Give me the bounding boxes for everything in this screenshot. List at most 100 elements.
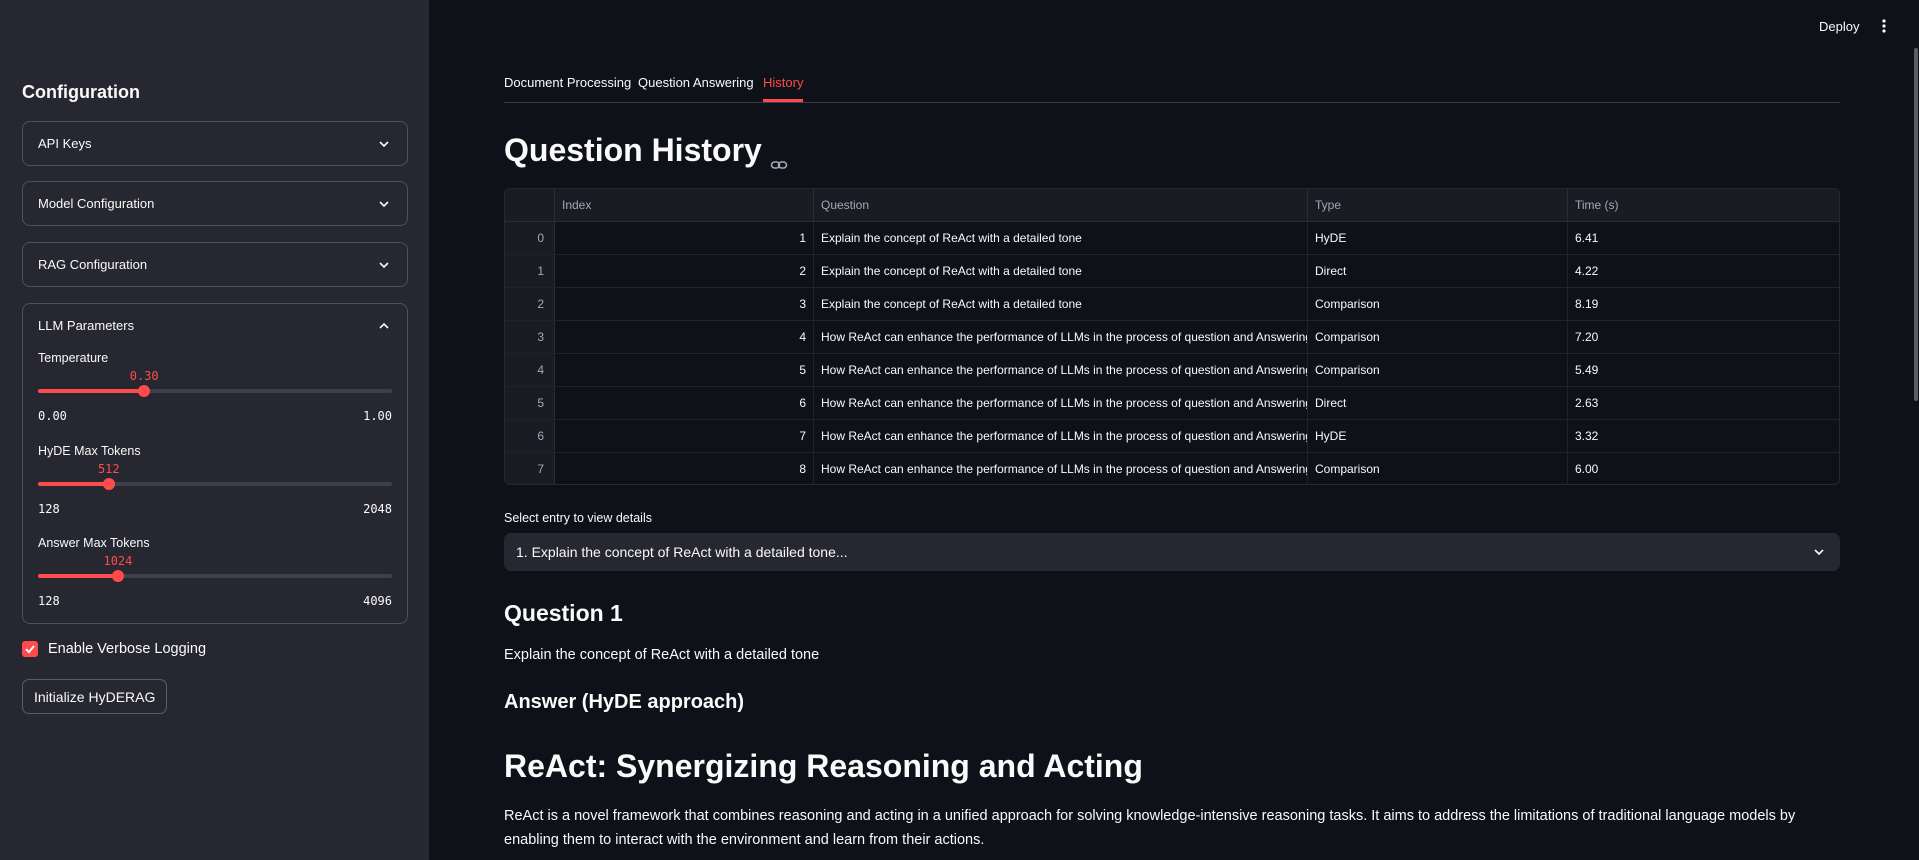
kebab-menu-icon[interactable] xyxy=(1879,18,1889,34)
deploy-button[interactable]: Deploy xyxy=(1819,19,1859,34)
row-index[interactable]: 6 xyxy=(505,420,555,452)
cell-question[interactable]: Explain the concept of ReAct with a deta… xyxy=(814,288,1308,320)
slider-value: 1024 xyxy=(103,554,133,568)
expander-header[interactable]: LLM Parameters xyxy=(23,304,407,347)
cell-type[interactable]: HyDE xyxy=(1308,420,1568,452)
cell-question[interactable]: How ReAct can enhance the performance of… xyxy=(814,354,1308,386)
column-header-type[interactable]: Type xyxy=(1308,189,1568,221)
active-tab-indicator xyxy=(763,99,803,102)
slider-track[interactable] xyxy=(38,478,392,490)
cell-time[interactable]: 7.20 xyxy=(1568,321,1839,353)
table-row[interactable]: 4 5 How ReAct can enhance the performance … xyxy=(505,354,1839,387)
cell-index[interactable]: 4 xyxy=(555,321,814,353)
answer-heading: Answer (HyDE approach) xyxy=(504,691,745,713)
cell-type[interactable]: Comparison xyxy=(1308,321,1568,353)
cell-index[interactable]: 7 xyxy=(555,420,814,452)
expander-llm-parameters[interactable]: LLM Parameters Temperature 0.30 0.00 1.0… xyxy=(22,303,408,624)
slider-value: 512 xyxy=(97,462,120,476)
cell-time[interactable]: 8.19 xyxy=(1568,288,1839,320)
cell-time[interactable]: 5.49 xyxy=(1568,354,1839,386)
answer-title: ReAct: Synergizing Reasoning and Acting xyxy=(504,748,1143,784)
column-header-index[interactable]: Index xyxy=(555,189,814,221)
slider-fill xyxy=(38,389,145,393)
cell-type[interactable]: Direct xyxy=(1308,387,1568,419)
cell-index[interactable]: 1 xyxy=(555,222,814,254)
initialize-hyderag-button[interactable]: Initialize HyDERAG xyxy=(22,679,168,714)
cell-time[interactable]: 4.22 xyxy=(1568,255,1839,287)
chevron-down-icon xyxy=(377,137,391,151)
expander-api-keys[interactable]: API Keys xyxy=(22,121,408,166)
tab-document-processing[interactable]: Document Processing xyxy=(504,75,631,90)
slider-thumb[interactable] xyxy=(138,385,151,397)
slider-track[interactable] xyxy=(38,570,392,582)
row-index[interactable]: 0 xyxy=(505,222,555,254)
row-index[interactable]: 3 xyxy=(505,321,555,353)
table-row[interactable]: 0 1 Explain the concept of ReAct with a de… xyxy=(505,222,1839,255)
tab-history[interactable]: History xyxy=(763,75,803,90)
table-row[interactable]: 3 4 How ReAct can enhance the performance … xyxy=(505,321,1839,354)
expander-header[interactable]: RAG Configuration xyxy=(23,243,407,286)
table-row[interactable]: 6 7 How ReAct can enhance the performance … xyxy=(505,420,1839,453)
cell-type[interactable]: Comparison xyxy=(1308,288,1568,320)
verbose-logging-checkbox[interactable]: Enable Verbose Logging xyxy=(22,641,206,657)
slider-value: 0.30 xyxy=(129,369,159,383)
expander-label: API Keys xyxy=(38,136,92,151)
column-header-question[interactable]: Question xyxy=(814,189,1308,221)
checkbox-checked-icon[interactable] xyxy=(22,641,38,657)
cell-time[interactable]: 2.63 xyxy=(1568,387,1839,419)
table-row[interactable]: 7 8 How ReAct can enhance the performance … xyxy=(505,453,1839,484)
table-row[interactable]: 5 6 How ReAct can enhance the performance … xyxy=(505,387,1839,420)
checkbox-label: Enable Verbose Logging xyxy=(48,641,207,657)
chevron-up-icon xyxy=(377,319,391,333)
cell-question[interactable]: How ReAct can enhance the performance of… xyxy=(814,453,1308,484)
slider-fill xyxy=(38,574,118,578)
row-index[interactable]: 5 xyxy=(505,387,555,419)
slider-label: Temperature xyxy=(38,351,109,365)
table-row[interactable]: 1 2 Explain the concept of ReAct with a de… xyxy=(505,255,1839,288)
column-header-time[interactable]: Time (s) xyxy=(1568,189,1839,221)
row-index[interactable]: 4 xyxy=(505,354,555,386)
cell-index[interactable]: 3 xyxy=(555,288,814,320)
cell-type[interactable]: HyDE xyxy=(1308,222,1568,254)
expander-header[interactable]: Model Configuration xyxy=(23,182,407,225)
link-icon[interactable] xyxy=(770,145,788,169)
cell-question[interactable]: Explain the concept of ReAct with a deta… xyxy=(814,255,1308,287)
row-index[interactable]: 2 xyxy=(505,288,555,320)
scrollbar[interactable] xyxy=(1914,48,1918,401)
cell-time[interactable]: 6.00 xyxy=(1568,453,1839,484)
expander-model-configuration[interactable]: Model Configuration xyxy=(22,181,408,226)
expander-rag-configuration[interactable]: RAG Configuration xyxy=(22,242,408,287)
table-header-row: Index Question Type Time (s) xyxy=(505,189,1839,222)
cell-type[interactable]: Comparison xyxy=(1308,453,1568,484)
row-index[interactable]: 1 xyxy=(505,255,555,287)
cell-question[interactable]: How ReAct can enhance the performance of… xyxy=(814,321,1308,353)
cell-question[interactable]: How ReAct can enhance the performance of… xyxy=(814,420,1308,452)
chevron-down-icon xyxy=(1812,545,1826,559)
expander-header[interactable]: API Keys xyxy=(23,122,407,165)
table-row[interactable]: 2 3 Explain the concept of ReAct with a de… xyxy=(505,288,1839,321)
row-index[interactable]: 7 xyxy=(505,453,555,484)
select-value: 1. Explain the concept of ReAct with a d… xyxy=(516,544,848,560)
cell-type[interactable]: Direct xyxy=(1308,255,1568,287)
cell-index[interactable]: 5 xyxy=(555,354,814,386)
question-heading: Question 1 xyxy=(504,600,623,626)
cell-index[interactable]: 8 xyxy=(555,453,814,484)
cell-time[interactable]: 3.32 xyxy=(1568,420,1839,452)
slider-min: 128 xyxy=(38,594,60,608)
cell-type[interactable]: Comparison xyxy=(1308,354,1568,386)
expander-label: RAG Configuration xyxy=(38,257,148,272)
slider-thumb[interactable] xyxy=(102,478,115,490)
cell-index[interactable]: 6 xyxy=(555,387,814,419)
history-table[interactable]: Index Question Type Time (s) 0 1 Explain t… xyxy=(504,188,1840,485)
slider-track[interactable] xyxy=(38,385,392,397)
entry-select[interactable]: 1. Explain the concept of ReAct with a d… xyxy=(504,533,1840,571)
slider-max: 4096 xyxy=(363,594,392,608)
cell-question[interactable]: Explain the concept of ReAct with a deta… xyxy=(814,222,1308,254)
page-title-text: Question History xyxy=(504,132,762,168)
cell-question[interactable]: How ReAct can enhance the performance of… xyxy=(814,387,1308,419)
slider-thumb[interactable] xyxy=(111,570,124,582)
cell-time[interactable]: 6.41 xyxy=(1568,222,1839,254)
slider-max: 2048 xyxy=(363,502,392,516)
tab-question-answering[interactable]: Question Answering xyxy=(638,75,754,90)
cell-index[interactable]: 2 xyxy=(555,255,814,287)
